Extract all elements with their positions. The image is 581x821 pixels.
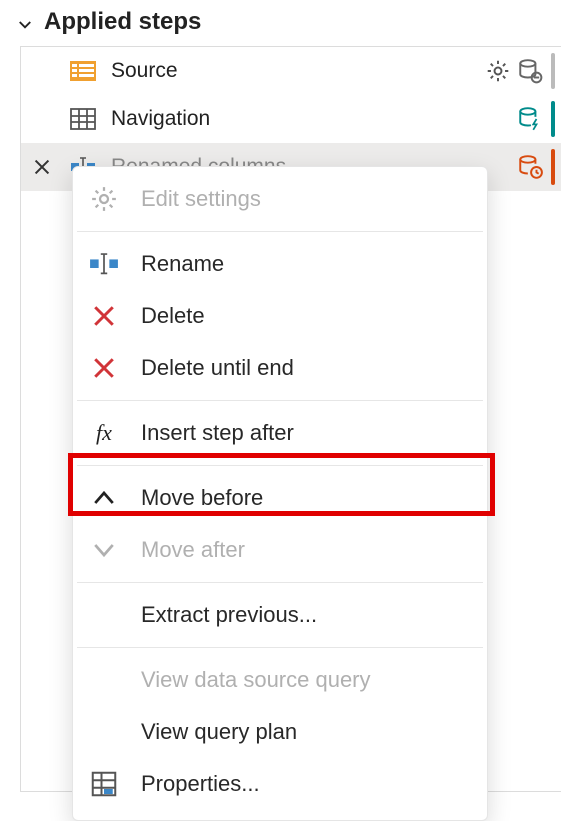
- menu-separator: [77, 465, 483, 466]
- menu-label: View data source query: [141, 667, 371, 693]
- menu-separator: [77, 231, 483, 232]
- menu-view-query-plan[interactable]: View query plan: [73, 706, 487, 758]
- menu-label: Insert step after: [141, 420, 294, 446]
- menu-move-before[interactable]: Move before: [73, 472, 487, 524]
- menu-extract-previous[interactable]: Extract previous...: [73, 589, 487, 641]
- database-clock-icon: [517, 154, 543, 180]
- fx-icon: fx: [89, 418, 119, 448]
- menu-view-data-source-query: View data source query: [73, 654, 487, 706]
- menu-insert-step-after[interactable]: fx Insert step after: [73, 407, 487, 459]
- status-bar: [551, 101, 555, 137]
- menu-label: Move before: [141, 485, 263, 511]
- gear-icon[interactable]: [485, 58, 511, 84]
- gear-icon: [89, 184, 119, 214]
- menu-separator: [77, 400, 483, 401]
- chevron-up-icon: [89, 483, 119, 513]
- menu-properties[interactable]: Properties...: [73, 758, 487, 810]
- menu-label: Delete: [141, 303, 205, 329]
- database-minus-icon: [517, 58, 543, 84]
- menu-label: Properties...: [141, 771, 260, 797]
- applied-steps-header[interactable]: Applied steps: [0, 0, 581, 46]
- close-icon: [89, 353, 119, 383]
- panel-title: Applied steps: [44, 8, 201, 36]
- menu-edit-settings: Edit settings: [73, 173, 487, 225]
- menu-separator: [77, 647, 483, 648]
- menu-delete-until-end[interactable]: Delete until end: [73, 342, 487, 394]
- menu-label: Edit settings: [141, 186, 261, 212]
- table-icon: [69, 105, 97, 133]
- menu-rename[interactable]: Rename: [73, 238, 487, 290]
- menu-label: Rename: [141, 251, 224, 277]
- step-row-source[interactable]: Source: [21, 47, 561, 95]
- step-label: Navigation: [111, 107, 517, 131]
- database-lightning-icon: [517, 106, 543, 132]
- status-bar: [551, 149, 555, 185]
- blank-icon: [89, 665, 119, 695]
- menu-label: Move after: [141, 537, 245, 563]
- menu-label: Delete until end: [141, 355, 294, 381]
- menu-label: Extract previous...: [141, 602, 317, 628]
- chevron-down-icon: [89, 535, 119, 565]
- step-context-menu: Edit settings Rename Delete Delete until…: [72, 166, 488, 821]
- menu-delete[interactable]: Delete: [73, 290, 487, 342]
- step-label: Source: [111, 59, 485, 83]
- step-row-navigation[interactable]: Navigation: [21, 95, 561, 143]
- rename-icon: [89, 249, 119, 279]
- menu-move-after: Move after: [73, 524, 487, 576]
- close-icon: [89, 301, 119, 331]
- properties-icon: [89, 769, 119, 799]
- menu-label: View query plan: [141, 719, 297, 745]
- blank-icon: [89, 600, 119, 630]
- menu-separator: [77, 582, 483, 583]
- source-icon: [69, 57, 97, 85]
- chevron-down-icon: [16, 13, 34, 31]
- delete-step-icon[interactable]: [31, 156, 53, 178]
- blank-icon: [89, 717, 119, 747]
- status-bar: [551, 53, 555, 89]
